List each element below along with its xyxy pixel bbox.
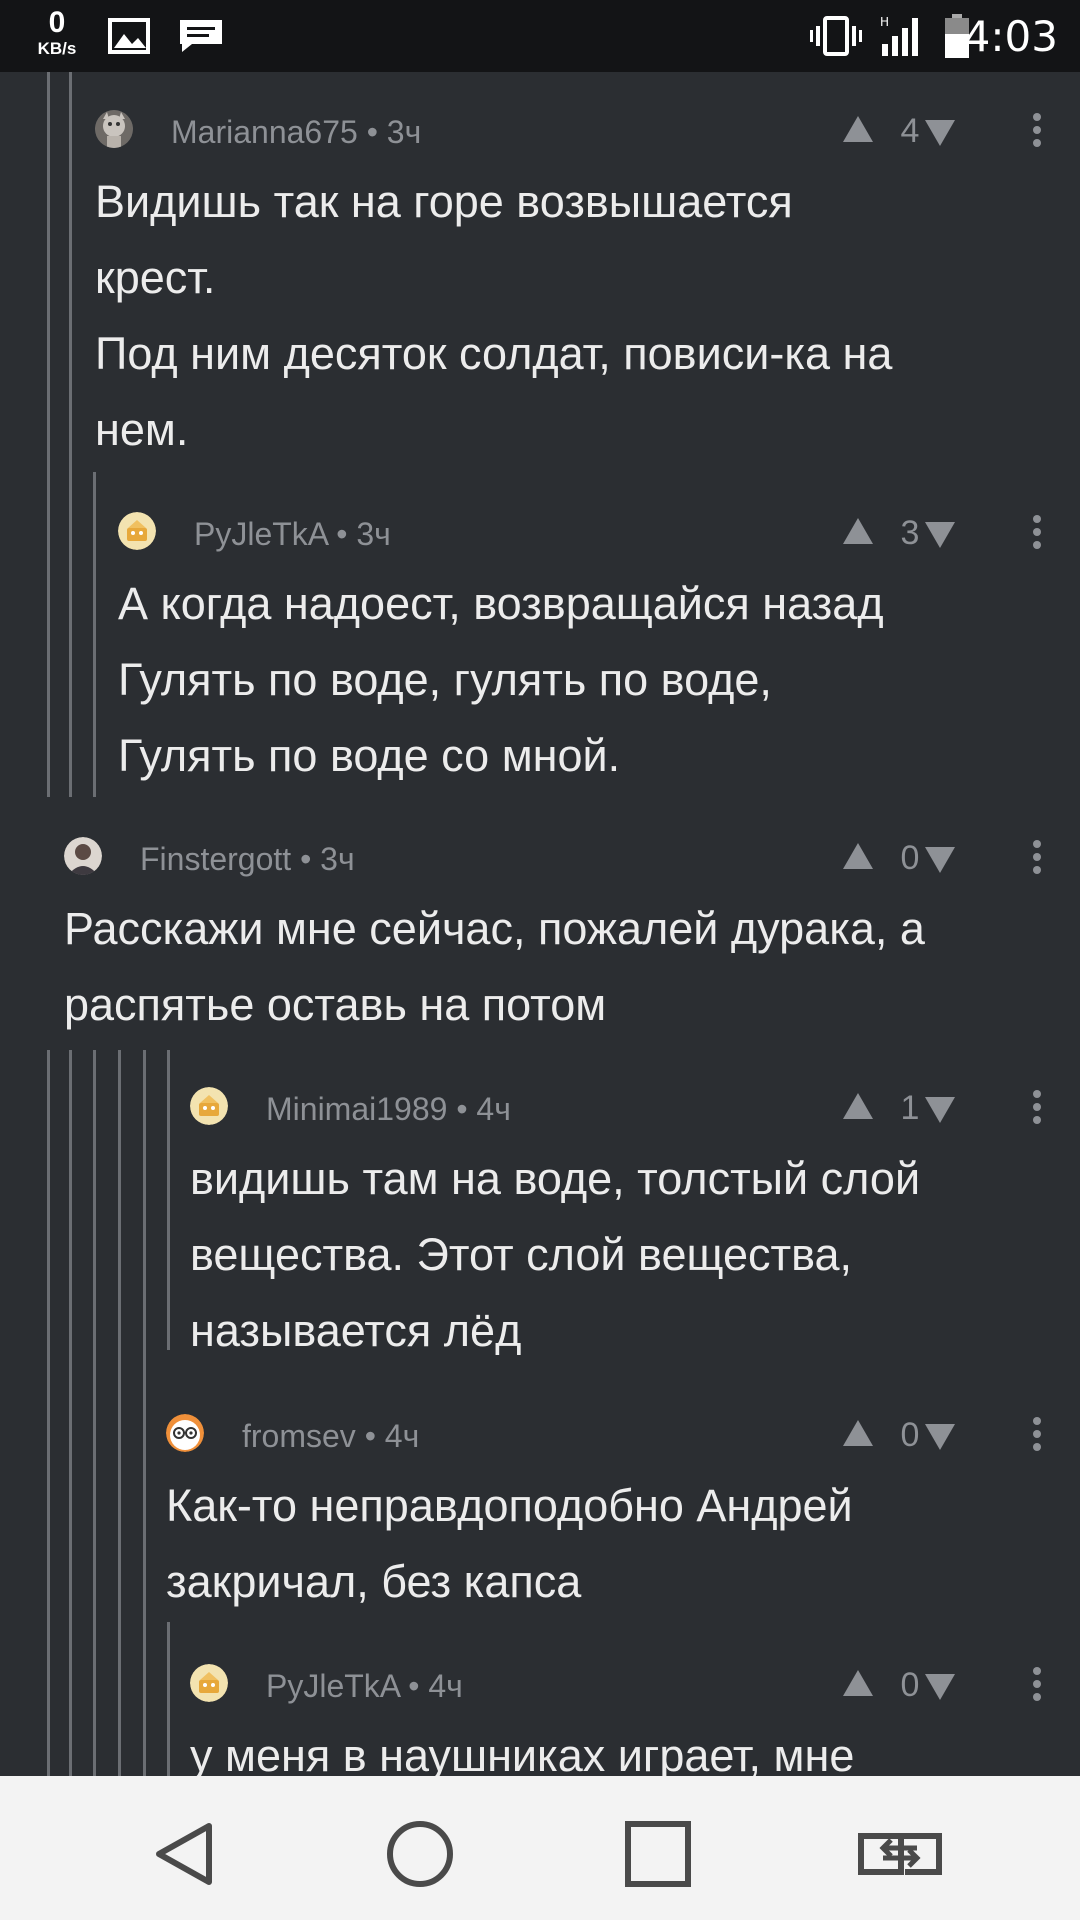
thread-line xyxy=(143,1050,146,1776)
comment-body: Как-то неправдоподобно Андрей закричал, … xyxy=(166,1468,1060,1620)
network-speed-unit: KB/s xyxy=(37,39,77,58)
comment-line: нем. xyxy=(95,404,189,455)
comment-line: А когда надоест, возвращайся назад xyxy=(118,578,884,629)
comment-line: Под ним десяток солдат, повиси-ка на xyxy=(95,328,893,379)
downvote-icon[interactable] xyxy=(923,118,957,153)
comment-line: видишь там на воде, толстый слой xyxy=(190,1153,921,1204)
network-speed-value: 0 xyxy=(48,6,66,39)
avatar[interactable] xyxy=(166,1414,204,1452)
vibrate-icon xyxy=(810,16,862,61)
avatar[interactable] xyxy=(95,110,133,148)
thread-line xyxy=(93,472,96,797)
downvote-icon[interactable] xyxy=(923,1095,957,1130)
thread-line xyxy=(47,72,50,797)
back-button[interactable] xyxy=(145,1814,225,1894)
comment-line: называется лёд xyxy=(190,1305,522,1356)
network-speed: 0 KB/s xyxy=(30,6,84,58)
comment-author-meta[interactable]: PyJleTkA • 3ч xyxy=(194,516,391,553)
comment: PyJleTkA • 3ч 3 А когда надоест, возвращ… xyxy=(118,502,1080,782)
comment: Marianna675 • 3ч 4 Видишь так на горе во… xyxy=(95,100,1080,455)
more-options-icon[interactable] xyxy=(1032,1089,1042,1130)
upvote-icon[interactable] xyxy=(841,1418,875,1453)
svg-text:H: H xyxy=(880,15,889,29)
comment-header: PyJleTkA • 4ч 0 xyxy=(190,1654,1080,1714)
comment: Minimai1989 • 4ч 1 видишь там на воде, т… xyxy=(190,1077,1080,1357)
more-options-icon[interactable] xyxy=(1032,112,1042,153)
comment-line: Видишь так на горе возвышается xyxy=(95,176,793,227)
comment-body: А когда надоест, возвращайся назад Гулят… xyxy=(118,566,1060,794)
recents-button[interactable] xyxy=(618,1814,698,1894)
thread-line xyxy=(167,1622,170,1776)
comments-list[interactable]: Marianna675 • 3ч 4 Видишь так на горе во… xyxy=(0,72,1080,1776)
comment-author-meta[interactable]: fromsev • 4ч xyxy=(242,1418,419,1455)
upvote-icon[interactable] xyxy=(841,114,875,149)
message-icon xyxy=(178,18,224,59)
comment-line: крест. xyxy=(95,252,216,303)
home-button[interactable] xyxy=(380,1814,460,1894)
comment-line: Как-то неправдоподобно Андрей xyxy=(166,1480,853,1531)
thread-line xyxy=(167,1050,170,1350)
downvote-icon[interactable] xyxy=(923,1422,957,1457)
upvote-icon[interactable] xyxy=(841,516,875,551)
more-options-icon[interactable] xyxy=(1032,1666,1042,1707)
comment-line: распятье оставь на потом xyxy=(64,979,607,1030)
thread-line xyxy=(69,1050,72,1776)
comment: PyJleTkA • 4ч 0 у меня в наушниках играе… xyxy=(190,1654,1080,1776)
comment-line: Гулять по воде со мной. xyxy=(118,730,621,781)
comment-body: у меня в наушниках играет, мне xyxy=(190,1718,1060,1776)
thread-line xyxy=(93,1050,96,1776)
comment-body: видишь там на воде, толстый слой веществ… xyxy=(190,1141,1060,1369)
comment-header: fromsev • 4ч 0 xyxy=(166,1404,1080,1464)
comment-body: Видишь так на горе возвышается крест. По… xyxy=(95,164,1060,468)
avatar[interactable] xyxy=(64,837,102,875)
comment-author-meta[interactable]: PyJleTkA • 4ч xyxy=(266,1668,463,1705)
downvote-icon[interactable] xyxy=(923,845,957,880)
comment-author-meta[interactable]: Minimai1989 • 4ч xyxy=(266,1091,511,1128)
upvote-icon[interactable] xyxy=(841,1668,875,1703)
downvote-icon[interactable] xyxy=(923,1672,957,1707)
comment-line: Расскажи мне сейчас, пожалей дурака, а xyxy=(64,903,925,954)
status-bar: 0 KB/s H 4:03 xyxy=(0,0,1080,72)
more-options-icon[interactable] xyxy=(1032,839,1042,880)
comment-header: Marianna675 • 3ч 4 xyxy=(95,100,1080,160)
comment: fromsev • 4ч 0 Как-то неправдоподобно Ан… xyxy=(166,1404,1080,1607)
comment-line: у меня в наушниках играет, мне xyxy=(190,1730,855,1776)
switch-apps-button[interactable] xyxy=(855,1814,942,1894)
avatar[interactable] xyxy=(118,512,156,550)
thread-line xyxy=(118,1050,121,1776)
clock: 4:03 xyxy=(963,12,1058,61)
comment-line: вещества. Этот слой вещества, xyxy=(190,1229,853,1280)
comment-body: Расскажи мне сейчас, пожалей дурака, а р… xyxy=(64,891,1060,1043)
signal-icon: H xyxy=(878,14,926,63)
comment-line: Гулять по воде, гулять по воде, xyxy=(118,654,772,705)
comment-header: Minimai1989 • 4ч 1 xyxy=(190,1077,1080,1137)
more-options-icon[interactable] xyxy=(1032,1416,1042,1457)
avatar[interactable] xyxy=(190,1087,228,1125)
comment-author-meta[interactable]: Finstergott • 3ч xyxy=(140,841,355,878)
thread-line xyxy=(69,72,72,797)
more-options-icon[interactable] xyxy=(1032,514,1042,555)
downvote-icon[interactable] xyxy=(923,520,957,555)
image-icon xyxy=(108,18,150,59)
avatar[interactable] xyxy=(190,1664,228,1702)
navigation-bar xyxy=(0,1776,1080,1920)
upvote-icon[interactable] xyxy=(841,1091,875,1126)
comment: Finstergott • 3ч 0 Расскажи мне сейчас, … xyxy=(64,827,1080,1047)
comment-header: Finstergott • 3ч 0 xyxy=(64,827,1080,887)
comment-header: PyJleTkA • 3ч 3 xyxy=(118,502,1080,562)
comment-line: закричал, без капса xyxy=(166,1556,582,1607)
thread-line xyxy=(47,1050,50,1776)
upvote-icon[interactable] xyxy=(841,841,875,876)
comment-author-meta[interactable]: Marianna675 • 3ч xyxy=(171,114,421,151)
